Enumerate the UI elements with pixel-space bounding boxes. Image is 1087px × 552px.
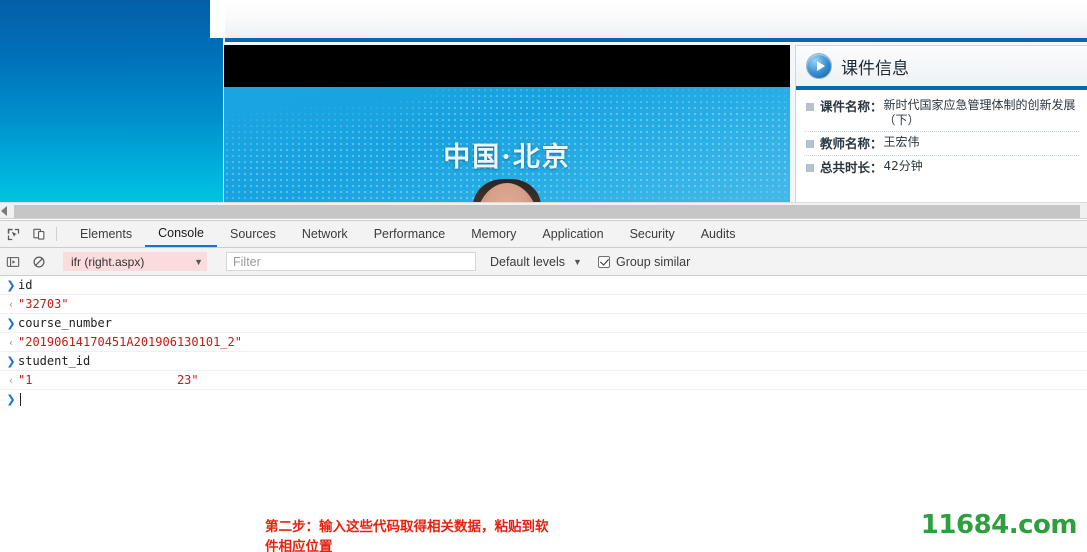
console-input-text: student_id bbox=[18, 354, 91, 368]
course-info-row: 课件名称： 新时代国家应急管理体制的创新发展（下） bbox=[804, 95, 1079, 132]
console-input-text: id bbox=[18, 278, 33, 292]
console-row-input[interactable]: ❯ id bbox=[0, 276, 1087, 295]
devtools-panel: Elements Console Sources Network Perform… bbox=[0, 220, 1087, 552]
devtools-tab-list: Elements Console Sources Network Perform… bbox=[67, 221, 748, 247]
chevron-down-icon: ▼ bbox=[194, 256, 203, 267]
console-output-value-suffix: 23" bbox=[176, 373, 199, 387]
play-circle-icon bbox=[806, 53, 832, 79]
video-slide: 中国·北京 bbox=[224, 87, 790, 202]
console-output-value: "32703" bbox=[18, 297, 69, 311]
page-header-band bbox=[225, 0, 1087, 38]
course-info-header: 课件信息 bbox=[796, 46, 1087, 86]
console-context-selector[interactable]: ifr (right.aspx) ▼ bbox=[63, 252, 207, 271]
total-duration-label: 总共时长： bbox=[820, 160, 883, 175]
chevron-down-icon: ▼ bbox=[573, 256, 582, 267]
console-filter-input[interactable]: Filter bbox=[226, 252, 476, 271]
console-row-output-redacted[interactable]: ‹ "1 23" bbox=[0, 371, 1087, 390]
console-row-output[interactable]: ‹ "20190614170451A201906130101_2" bbox=[0, 333, 1087, 352]
course-info-row: 总共时长： 42分钟 bbox=[804, 156, 1079, 179]
scroll-left-arrow-icon[interactable] bbox=[1, 206, 7, 216]
console-row-input[interactable]: ❯ student_id bbox=[0, 352, 1087, 371]
console-input-marker-icon: ❯ bbox=[6, 316, 16, 330]
console-filter-toolbar: ifr (right.aspx) ▼ Filter Default levels… bbox=[0, 248, 1087, 276]
device-toolbar-icon[interactable] bbox=[26, 221, 52, 247]
course-info-body: 课件名称： 新时代国家应急管理体制的创新发展（下） 教师名称： 王宏伟 总共时长… bbox=[796, 90, 1087, 202]
tab-performance[interactable]: Performance bbox=[361, 221, 459, 247]
tab-sources[interactable]: Sources bbox=[217, 221, 289, 247]
console-sidebar-icon[interactable] bbox=[0, 255, 26, 269]
console-output-marker-icon: ‹ bbox=[8, 373, 14, 387]
course-info-panel: 课件信息 课件名称： 新时代国家应急管理体制的创新发展（下） 教师名称： 王宏伟… bbox=[795, 45, 1087, 202]
video-player[interactable]: 中国·北京 bbox=[224, 45, 790, 202]
console-input-marker-icon: ❯ bbox=[6, 278, 16, 292]
console-output-marker-icon: ‹ bbox=[8, 297, 14, 311]
console-output-value: "20190614170451A201906130101_2" bbox=[18, 335, 242, 349]
group-similar-label: Group similar bbox=[615, 254, 691, 269]
course-info-row: 教师名称： 王宏伟 bbox=[804, 132, 1079, 156]
console-row-output[interactable]: ‹ "32703" bbox=[0, 295, 1087, 314]
course-name-value: 新时代国家应急管理体制的创新发展（下） bbox=[883, 98, 1076, 127]
inspect-element-icon[interactable] bbox=[0, 221, 26, 247]
tab-network[interactable]: Network bbox=[289, 221, 361, 247]
scrollbar-thumb[interactable] bbox=[14, 205, 1080, 218]
console-prompt-marker-icon: ❯ bbox=[6, 393, 16, 406]
tab-elements[interactable]: Elements bbox=[67, 221, 145, 247]
course-info-title: 课件信息 bbox=[841, 58, 909, 79]
course-name-label: 课件名称： bbox=[820, 99, 883, 114]
web-page-viewport: 中国·北京 课件信息 课件名称： 新时代国家应急管理体制的创新发展（下） 教师名… bbox=[0, 0, 1087, 202]
site-watermark: 11684.com bbox=[920, 510, 1078, 540]
console-row-input[interactable]: ❯ course_number bbox=[0, 314, 1087, 333]
log-level-label: Default levels bbox=[490, 254, 566, 269]
console-output-value-masked bbox=[32, 373, 177, 387]
console-output-value-prefix: "1 bbox=[18, 373, 33, 387]
text-cursor bbox=[20, 393, 21, 406]
total-duration-value: 42分钟 bbox=[883, 159, 923, 173]
tab-console[interactable]: Console bbox=[145, 221, 217, 247]
bullet-square-icon bbox=[806, 140, 814, 148]
page-header-accent-rule bbox=[225, 38, 1087, 42]
console-prompt-row[interactable]: ❯ bbox=[0, 390, 1087, 409]
video-slide-title: 中国·北京 bbox=[443, 142, 571, 173]
group-similar-checkbox[interactable] bbox=[597, 255, 610, 268]
bullet-square-icon bbox=[806, 103, 814, 111]
console-input-marker-icon: ❯ bbox=[6, 354, 16, 368]
tab-memory[interactable]: Memory bbox=[458, 221, 529, 247]
console-output-marker-icon: ‹ bbox=[8, 335, 14, 349]
tab-application[interactable]: Application bbox=[529, 221, 616, 247]
tab-audits[interactable]: Audits bbox=[688, 221, 749, 247]
console-filter-placeholder: Filter bbox=[233, 254, 261, 269]
page-horizontal-scrollbar[interactable] bbox=[0, 202, 1087, 219]
log-level-dropdown[interactable]: Default levels ▼ bbox=[490, 255, 582, 269]
devtools-tabbar: Elements Console Sources Network Perform… bbox=[0, 221, 1087, 248]
teacher-name-label: 教师名称： bbox=[820, 136, 883, 151]
screenshot-root: 中国·北京 课件信息 课件名称： 新时代国家应急管理体制的创新发展（下） 教师名… bbox=[0, 0, 1087, 552]
clear-console-icon[interactable] bbox=[26, 255, 52, 269]
video-letterbox-top bbox=[224, 45, 790, 87]
teacher-name-value: 王宏伟 bbox=[883, 135, 920, 149]
bullet-square-icon bbox=[806, 164, 814, 172]
console-input-text: course_number bbox=[18, 316, 112, 330]
page-top-gap bbox=[210, 0, 225, 38]
console-context-value: ifr (right.aspx) bbox=[71, 254, 145, 269]
page-left-blue-panel bbox=[0, 0, 223, 202]
tab-security[interactable]: Security bbox=[617, 221, 688, 247]
toolbar-divider bbox=[56, 227, 57, 241]
